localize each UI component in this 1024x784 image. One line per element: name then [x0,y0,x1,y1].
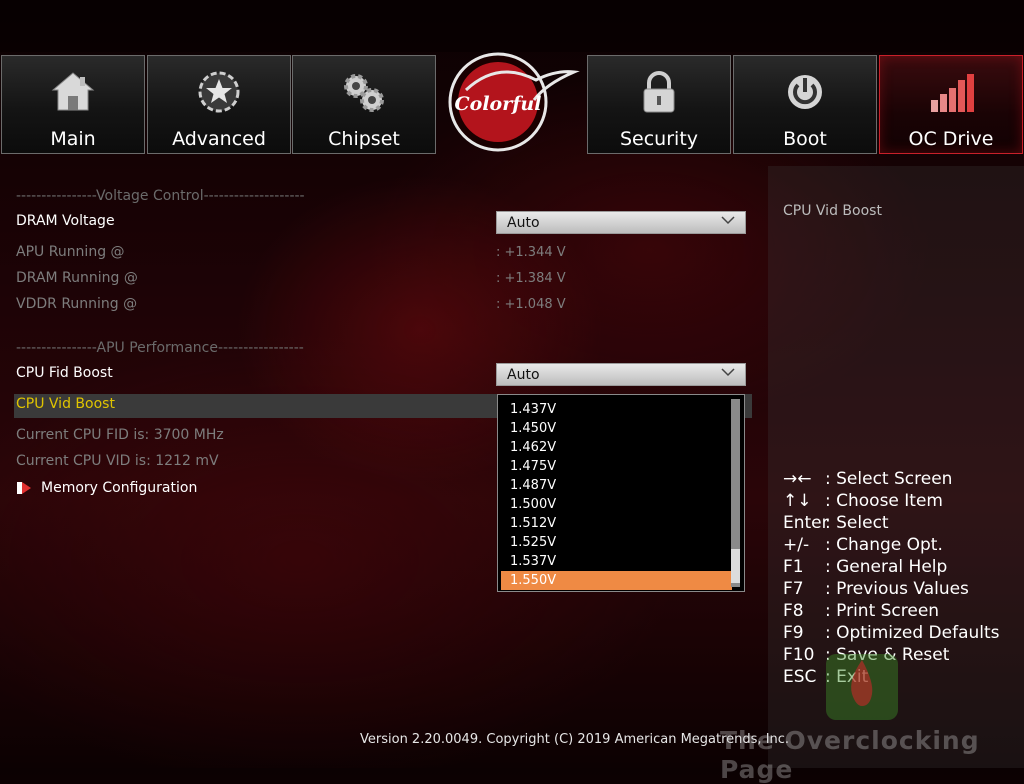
tab-boot[interactable]: Boot [733,55,877,154]
tab-chipset[interactable]: Chipset [292,55,436,154]
chevron-down-icon [721,216,735,225]
dropdown-option[interactable]: 1.437V [501,400,732,419]
top-bar [0,0,1024,52]
tab-chipset-label: Chipset [328,128,400,150]
tab-security[interactable]: Security [587,55,731,154]
key-name: +/- [783,535,810,555]
tab-advanced-label: Advanced [172,128,266,150]
padlock-icon [643,71,675,113]
submenu-arrow-icon [22,482,31,494]
dram-voltage-select[interactable]: Auto [496,211,746,234]
key-desc: : Print Screen [825,601,940,621]
watermark-text: The Overclocking Page [720,726,980,784]
dram-running-label: DRAM Running @ [16,270,138,286]
dropdown-option[interactable]: 1.450V [501,419,732,438]
dram-voltage-value: Auto [507,215,540,231]
vid-boost-dropdown[interactable]: 1.437V 1.450V 1.462V 1.475V 1.487V 1.500… [497,394,745,592]
key-desc: : Select [825,513,889,533]
key-name: Enter [783,513,829,533]
key-name: F9 [783,623,804,643]
cpu-fid-boost-value: Auto [507,367,540,383]
vddr-running-value: : +1.048 V [496,297,566,312]
star-gear-icon [198,71,240,113]
key-desc: : Optimized Defaults [825,623,1000,643]
gears-icon [344,74,384,112]
key-row: F8 : Print Screen [783,600,1000,622]
chevron-down-icon [721,368,735,377]
key-row: F9 : Optimized Defaults [783,622,1000,644]
current-fid-text: Current CPU FID is: 3700 MHz [16,427,224,443]
dropdown-list: 1.437V 1.450V 1.462V 1.475V 1.487V 1.500… [498,400,732,590]
tab-main[interactable]: Main [1,55,145,154]
key-desc: : Choose Item [825,491,943,511]
dropdown-option[interactable]: 1.462V [501,438,732,457]
help-title: CPU Vid Boost [783,203,882,219]
key-desc: : Select Screen [825,469,953,489]
dropdown-option[interactable]: 1.500V [501,495,732,514]
apu-performance-header: ----------------APU Performance---------… [16,340,304,356]
key-desc: : Previous Values [825,579,969,599]
key-name: F7 [783,579,804,599]
key-desc: : General Help [825,557,948,577]
key-row: F7 : Previous Values [783,578,1000,600]
key-name: F10 [783,645,815,665]
tab-security-label: Security [619,128,699,150]
key-row: F1 : General Help [783,556,1000,578]
scrollbar-thumb[interactable] [731,549,740,583]
memory-configuration-label: Memory Configuration [41,480,198,496]
dram-running-value: : +1.384 V [496,271,566,286]
apu-running-label: APU Running @ [16,244,125,260]
key-name: ESC [783,667,817,687]
key-row: →← : Select Screen [783,468,1000,490]
tab-oc-drive-label: OC Drive [908,128,994,150]
vddr-running-label: VDDR Running @ [16,296,138,312]
tab-oc-drive[interactable]: OC Drive [879,55,1023,154]
current-vid-text: Current CPU VID is: 1212 mV [16,453,219,469]
dropdown-option[interactable]: 1.537V [501,552,732,571]
key-row: +/- : Change Opt. [783,534,1000,556]
key-name: →← [783,469,812,489]
key-desc: : Change Opt. [825,535,943,555]
cpu-vid-boost-label[interactable]: CPU Vid Boost [16,396,115,412]
key-name: ↑↓ [783,491,812,511]
tab-boot-label: Boot [783,128,827,150]
dropdown-option[interactable]: 1.487V [501,476,732,495]
key-name: F8 [783,601,804,621]
apu-running-value: : +1.344 V [496,245,566,260]
watermark-logo-icon [826,654,898,720]
logo-text: Colorful [455,93,542,115]
dropdown-scrollbar[interactable] [731,399,740,587]
cpu-fid-boost-label: CPU Fid Boost [16,365,113,381]
memory-configuration-item[interactable]: Memory Configuration [16,480,197,496]
power-icon [788,75,822,109]
dropdown-option[interactable]: 1.512V [501,514,732,533]
key-row: ↑↓ : Choose Item [783,490,1000,512]
dropdown-option[interactable]: 1.525V [501,533,732,552]
tab-main-label: Main [50,128,96,150]
tab-advanced[interactable]: Advanced [147,55,291,154]
dram-voltage-label: DRAM Voltage [16,213,115,229]
house-icon [51,72,95,111]
colorful-logo: Colorful [448,52,580,152]
cpu-fid-boost-select[interactable]: Auto [496,363,746,386]
key-name: F1 [783,557,804,577]
bar-chart-icon [931,74,974,112]
key-row: Enter: Select [783,512,1000,534]
dropdown-option-selected[interactable]: 1.550V [501,571,732,590]
dropdown-option[interactable]: 1.475V [501,457,732,476]
voltage-control-header: ----------------Voltage Control---------… [16,188,305,204]
